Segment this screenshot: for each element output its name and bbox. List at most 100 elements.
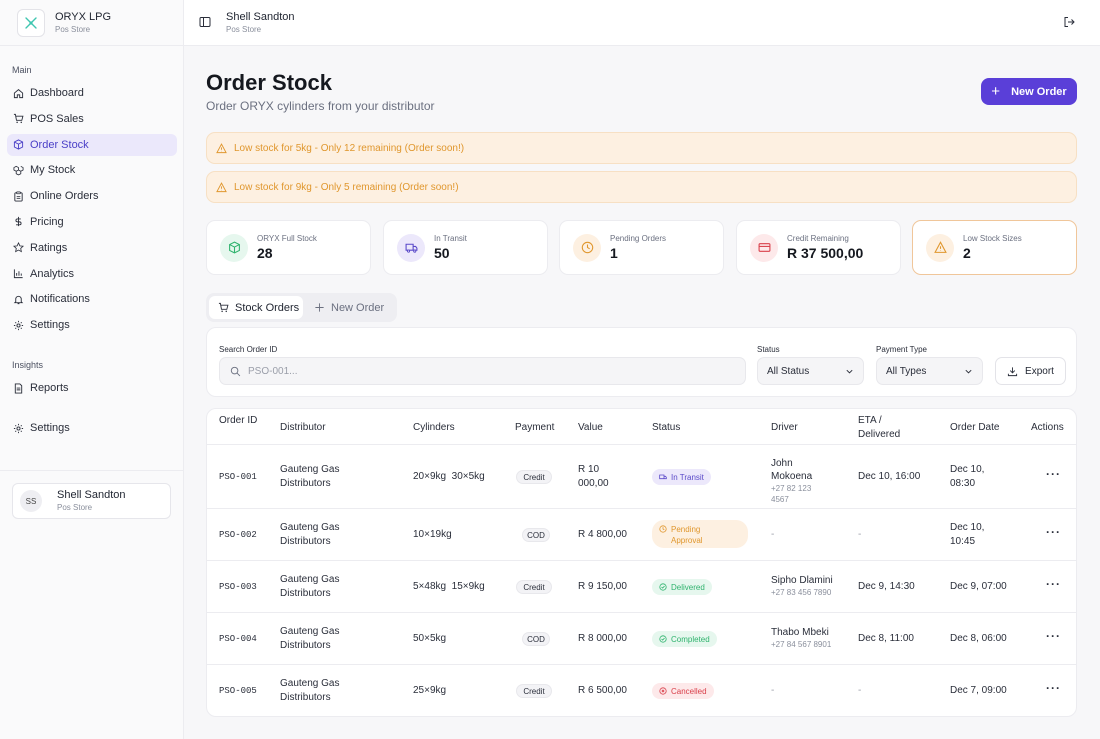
status-select[interactable]: All Status <box>757 357 864 385</box>
brand: ORYX LPG Pos Store <box>0 0 183 46</box>
sidebar-item-dashboard[interactable]: Dashboard <box>7 82 177 104</box>
new-order-button[interactable]: + New Order <box>981 78 1077 105</box>
column-header: Distributor <box>280 422 326 433</box>
chevron-down-icon <box>965 369 972 374</box>
stat-card-low-stock-sizes: Low Stock Sizes 2 <box>912 220 1077 275</box>
check-circle-icon <box>659 583 667 591</box>
order-date: Dec 10, 08:30 <box>950 464 985 489</box>
sidebar-toggle-icon[interactable] <box>199 16 211 28</box>
truck-icon <box>659 474 667 480</box>
status-badge: Pending Approval <box>652 520 748 548</box>
sidebar-item-order-stock[interactable]: Order Stock <box>7 133 177 156</box>
stat-card-full-stock: ORYX Full Stock 28 <box>206 220 371 275</box>
table-row[interactable]: PSO-002 Gauteng Gas Distributors 10×19kg… <box>207 508 1076 560</box>
search-input[interactable] <box>248 365 728 377</box>
tab-new-order[interactable]: New Order <box>314 296 384 319</box>
sidebar-item-insights-settings[interactable]: Settings <box>7 417 177 439</box>
cylinders: 20×9kg 30×5kg <box>413 471 485 482</box>
check-circle-icon <box>659 635 667 643</box>
order-id: PSO-002 <box>219 530 257 540</box>
section-label-insights: Insights <box>12 360 44 370</box>
sidebar-item-label: Reports <box>30 382 69 394</box>
dollar-icon <box>12 216 24 228</box>
export-button[interactable]: Export <box>995 357 1066 385</box>
distributor: Gauteng Gas Distributors <box>280 626 340 651</box>
row-actions-button[interactable]: ··· <box>1046 577 1061 591</box>
cart-icon <box>218 302 229 313</box>
clock-icon <box>573 233 601 262</box>
eta: - <box>858 529 862 540</box>
status-badge: Completed <box>652 631 717 647</box>
row-actions-button[interactable]: ··· <box>1046 525 1061 539</box>
row-actions-button[interactable]: ··· <box>1046 681 1061 695</box>
driver-phone: +27 82 123 4567 <box>771 484 812 504</box>
payment-badge: COD <box>522 632 550 646</box>
box-icon <box>12 139 24 151</box>
sidebar-item-label: Analytics <box>30 267 75 280</box>
plus-icon <box>315 303 324 312</box>
row-actions-button[interactable]: ··· <box>1046 467 1061 481</box>
row-actions-button[interactable]: ··· <box>1046 629 1061 643</box>
insights-nav: Reports <box>0 377 184 403</box>
cube-icon <box>220 233 248 262</box>
column-header: Order Date <box>950 422 1000 433</box>
logout-icon[interactable] <box>1063 16 1075 28</box>
driver-name: Thabo Mbeki <box>771 627 829 638</box>
search-label: Search Order ID <box>219 345 278 354</box>
sidebar-item-label: Settings <box>30 422 70 434</box>
order-date: Dec 10, 10:45 <box>950 522 985 547</box>
sidebar-item-label: Online Orders <box>30 190 99 203</box>
stat-value: R 37 500,00 <box>787 245 864 261</box>
status-badge: In Transit <box>652 469 711 485</box>
stat-value: 1 <box>610 245 618 261</box>
cylinders: 5×48kg 15×9kg <box>413 581 485 592</box>
orders-table: Order ID Distributor Cylinders Payment V… <box>206 408 1077 717</box>
gear-icon <box>12 319 24 331</box>
sidebar-item-online-orders[interactable]: Online Orders <box>7 185 177 207</box>
download-icon <box>1007 366 1018 376</box>
payment-type-select[interactable]: All Types <box>876 357 983 385</box>
order-value: R 10 000,00 <box>578 464 609 489</box>
stat-label: ORYX Full Stock <box>257 234 317 243</box>
tab-label: New Order <box>331 301 385 314</box>
warning-icon <box>216 142 227 153</box>
brand-title: ORYX LPG <box>55 11 112 23</box>
sidebar: ORYX LPG Pos Store Main Dashboard POS Sa… <box>0 0 184 739</box>
status-badge: Cancelled <box>652 683 714 699</box>
stat-card-credit-remaining: Credit Remaining R 37 500,00 <box>736 220 901 275</box>
user-name: Shell Sandton <box>57 489 126 501</box>
credit-card-icon <box>750 233 778 262</box>
status-select-value: All Status <box>767 365 810 377</box>
filter-panel: Search Order ID Status All Status Paymen… <box>206 327 1077 397</box>
sidebar-item-notifications[interactable]: Notifications <box>7 288 177 310</box>
driver-name: Sipho Dlamini <box>771 575 833 586</box>
tab-stock-orders[interactable]: Stock Orders <box>209 296 303 319</box>
table-row[interactable]: PSO-004 Gauteng Gas Distributors 50×5kg … <box>207 612 1076 664</box>
sidebar-item-label: Notifications <box>30 293 90 306</box>
new-order-label: New Order <box>1011 85 1067 98</box>
table-row[interactable]: PSO-001 Gauteng Gas Distributors 20×9kg … <box>207 444 1076 508</box>
order-id: PSO-005 <box>219 686 257 696</box>
sidebar-item-pos-sales[interactable]: POS Sales <box>7 108 177 130</box>
status-text: Cancelled <box>671 686 707 696</box>
sidebar-item-label: My Stock <box>30 164 76 177</box>
table-row[interactable]: PSO-003 Gauteng Gas Distributors 5×48kg … <box>207 560 1076 612</box>
column-header: Value <box>578 422 603 433</box>
payment-badge: Credit <box>516 470 552 484</box>
table-row[interactable]: PSO-005 Gauteng Gas Distributors 25×9kg … <box>207 664 1076 716</box>
brand-logo <box>17 8 45 37</box>
order-value: R 9 150,00 <box>578 581 627 592</box>
sidebar-item-analytics[interactable]: Analytics <box>7 263 177 285</box>
sidebar-item-ratings[interactable]: Ratings <box>7 237 177 259</box>
payment-badge: Credit <box>516 684 552 698</box>
order-id: PSO-004 <box>219 634 257 644</box>
sidebar-item-settings[interactable]: Settings <box>7 314 177 336</box>
distributor: Gauteng Gas Distributors <box>280 574 340 599</box>
main-nav: Dashboard POS Sales Order Stock My Stock… <box>0 82 184 340</box>
avatar: SS <box>20 490 42 512</box>
sidebar-item-my-stock[interactable]: My Stock <box>7 159 177 181</box>
store-type: Pos Store <box>226 25 262 34</box>
sidebar-item-pricing[interactable]: Pricing <box>7 211 177 233</box>
sidebar-item-reports[interactable]: Reports <box>7 377 177 399</box>
user-profile[interactable]: SS Shell Sandton Pos Store <box>12 483 171 519</box>
